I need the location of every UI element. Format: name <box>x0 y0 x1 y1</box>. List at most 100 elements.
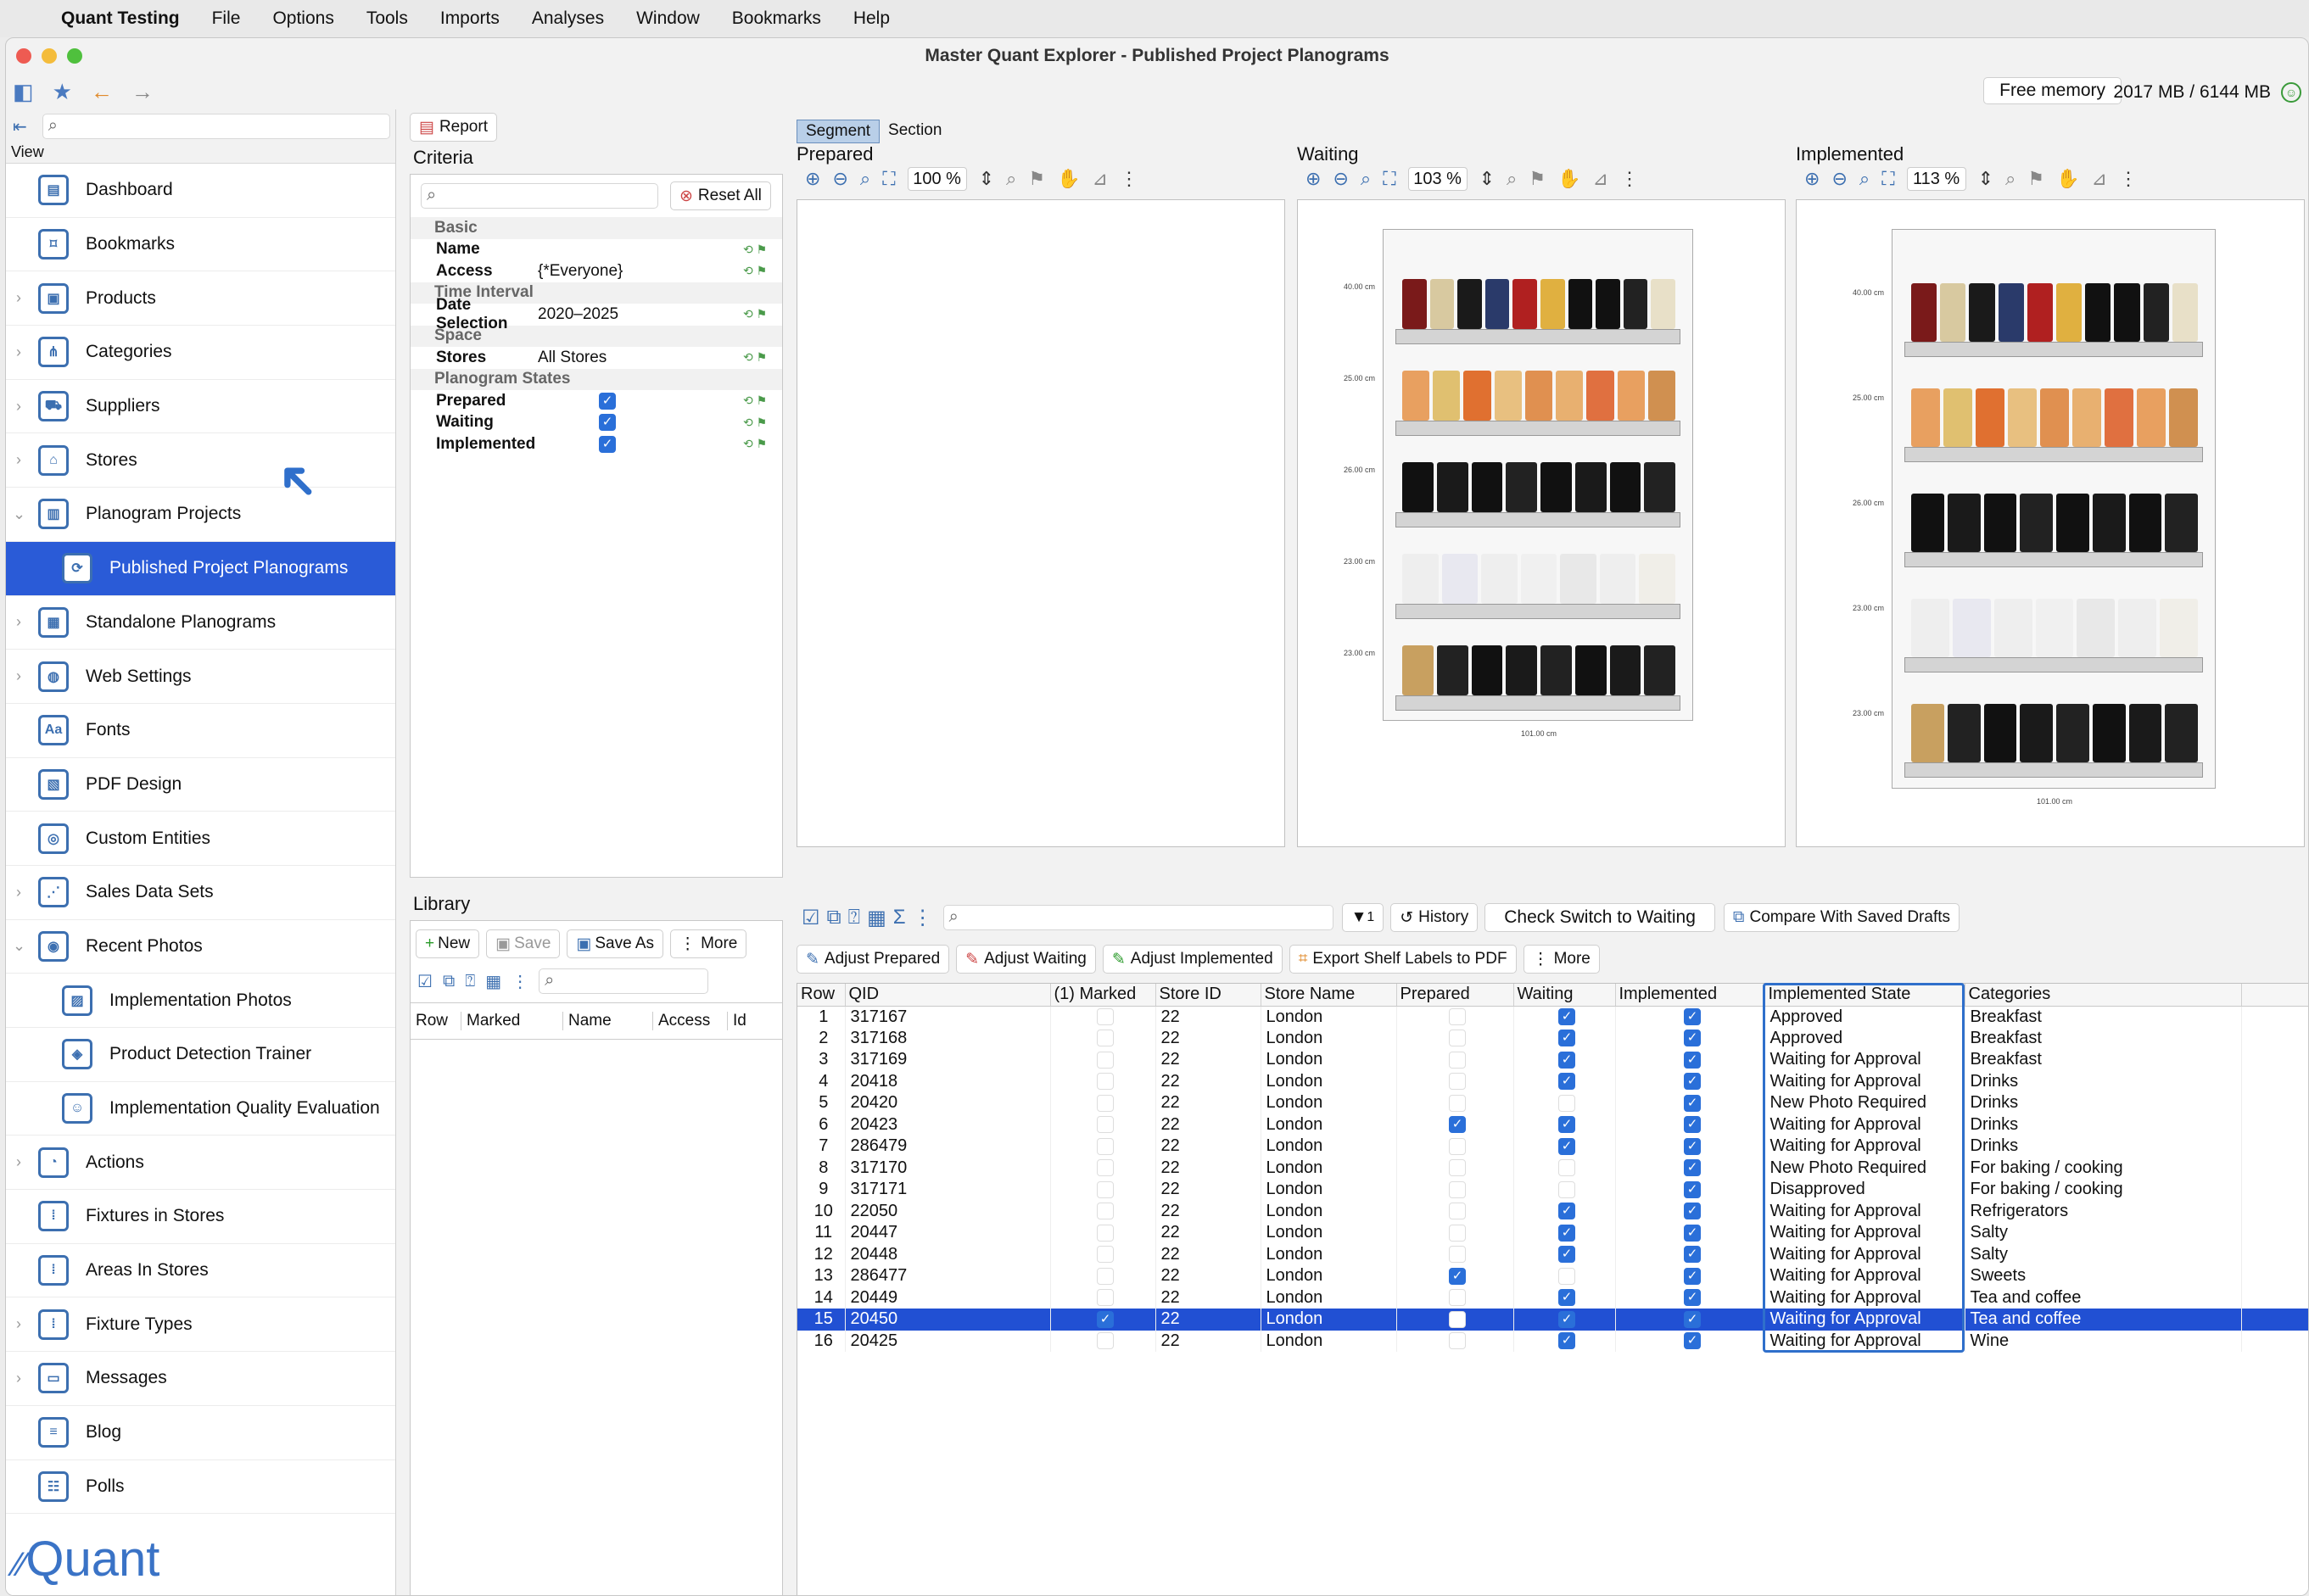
sidebar-item-product-detection-trainer[interactable]: ◈ Product Detection Trainer <box>6 1028 395 1082</box>
implemented-checkbox[interactable]: ✓ <box>1684 1051 1701 1069</box>
criteria-row[interactable]: Name ⟲ ⚑ <box>411 239 782 261</box>
prepared-checkbox[interactable] <box>1449 1008 1466 1026</box>
planogram-canvas[interactable] <box>797 199 1285 847</box>
table-row[interactable]: 7 286479 22 London ✓ ✓ Waiting for Approval Dri… <box>797 1136 2308 1158</box>
marked-checkbox[interactable] <box>1097 1224 1114 1242</box>
free-memory-button[interactable]: Free memory <box>1983 77 2122 104</box>
sidebar-item-custom-entities[interactable]: ◎ Custom Entities <box>6 812 395 866</box>
prepared-checkbox[interactable] <box>1449 1203 1466 1220</box>
chart-icon[interactable]: ⊿ <box>1093 168 1108 190</box>
column-header-qid[interactable]: QID <box>845 984 1051 1007</box>
zoom-level-field[interactable]: 100 % <box>907 167 967 191</box>
forward-arrow-icon[interactable]: → <box>131 79 154 105</box>
menu-analyses[interactable]: Analyses <box>532 8 604 29</box>
criteria-row[interactable]: Date Selection 2020–2025 ⟲ ⚑ <box>411 296 782 332</box>
product-facing[interactable] <box>1993 599 2032 657</box>
product-facing[interactable] <box>1540 461 1572 513</box>
zoom-out-icon[interactable]: ⊖ <box>1333 168 1348 190</box>
criteria-group-header[interactable]: Planogram States <box>411 368 782 390</box>
prepared-checkbox[interactable] <box>1449 1073 1466 1091</box>
copy-icon[interactable]: ⧉ <box>443 972 455 991</box>
product-facing[interactable] <box>2027 283 2053 342</box>
criteria-row[interactable]: Access {*Everyone} ⟲ ⚑ <box>411 260 782 282</box>
column-header-prepared[interactable]: Prepared <box>1396 984 1514 1007</box>
criteria-row-icons[interactable]: ⟲ ⚑ <box>743 393 782 408</box>
marked-checkbox[interactable] <box>1097 1289 1114 1307</box>
product-facing[interactable] <box>2020 494 2053 552</box>
implemented-checkbox[interactable]: ✓ <box>1684 1332 1701 1350</box>
adjust-waiting-button[interactable]: ✎ Adjust Waiting <box>956 945 1096 974</box>
table-icon[interactable]: ▦ <box>485 971 501 992</box>
column-header-row[interactable]: Row <box>797 984 846 1007</box>
table-row[interactable]: 15 20450 ✓ 22 London ✓ ✓ Waiting for Approval Te… <box>797 1309 2308 1331</box>
product-facing[interactable] <box>1402 553 1439 605</box>
sidebar-item-areas-in-stores[interactable]: ⁞ Areas In Stores <box>6 1244 395 1298</box>
menu-options[interactable]: Options <box>272 8 333 29</box>
chevron-icon[interactable]: › <box>13 667 25 685</box>
table-row[interactable]: 14 20449 22 London ✓ ✓ Waiting for Approval Tea… <box>797 1286 2308 1309</box>
table-row[interactable]: 4 20418 22 London ✓ ✓ Waiting for Approval Drin… <box>797 1070 2308 1092</box>
product-facing[interactable] <box>1436 645 1468 696</box>
column-header-store-id[interactable]: Store ID <box>1155 984 1261 1007</box>
sidebar-item-web-settings[interactable]: › ◍ Web Settings <box>6 650 395 704</box>
library-col-row[interactable]: Row <box>411 1012 461 1030</box>
criteria-row[interactable]: Stores All Stores ⟲ ⚑ <box>411 347 782 369</box>
product-facing[interactable] <box>2165 494 2198 552</box>
product-facing[interactable] <box>2105 388 2133 447</box>
grid-search-input[interactable]: ⌕ <box>942 905 1333 930</box>
fit-screen-icon[interactable]: ⛶ <box>882 168 895 190</box>
library-col-access[interactable]: Access <box>653 1012 728 1030</box>
sidebar-item-suppliers[interactable]: › ⛟ Suppliers <box>6 380 395 434</box>
product-facing[interactable] <box>1644 645 1675 696</box>
waiting-checkbox[interactable]: ✓ <box>1558 1289 1575 1307</box>
fit-screen-icon[interactable]: ⛶ <box>1383 168 1395 190</box>
chevron-icon[interactable]: ⌄ <box>13 937 25 955</box>
product-facing[interactable] <box>2128 704 2162 762</box>
grid-more-button[interactable]: ⋮ More <box>1523 945 1600 974</box>
shelf-unit[interactable] <box>1892 229 2216 789</box>
implemented-checkbox[interactable]: ✓ <box>1684 1289 1701 1307</box>
sidebar-item-implementation-photos[interactable]: ▨ Implementation Photos <box>6 974 395 1028</box>
product-facing[interactable] <box>1623 278 1648 330</box>
prepared-checkbox[interactable] <box>1449 1289 1466 1307</box>
implemented-checkbox[interactable]: ✓ <box>1684 1310 1701 1328</box>
waiting-checkbox[interactable]: ✓ <box>1558 1137 1575 1155</box>
compare-drafts-button[interactable]: ⧉ Compare With Saved Drafts <box>1723 903 1960 932</box>
marked-checkbox[interactable] <box>1097 1267 1114 1285</box>
waiting-checkbox[interactable]: ✓ <box>1558 1224 1575 1242</box>
product-facing[interactable] <box>2020 704 2053 762</box>
waiting-checkbox[interactable] <box>1558 1180 1575 1198</box>
sidebar-item-pdf-design[interactable]: ▧ PDF Design <box>6 758 395 812</box>
table-row[interactable]: 9 317171 22 London ✓ Disapproved For baking / … <box>797 1179 2308 1201</box>
product-facing[interactable] <box>1911 704 1944 762</box>
waiting-checkbox[interactable] <box>1558 1267 1575 1285</box>
product-facing[interactable] <box>2169 388 2198 447</box>
product-facing[interactable] <box>1429 278 1455 330</box>
menu-dots-icon[interactable]: ⋮ <box>1120 168 1138 190</box>
chevron-icon[interactable]: › <box>13 1315 25 1333</box>
library-col-marked[interactable]: Marked <box>461 1012 563 1030</box>
chevron-icon[interactable]: › <box>13 884 25 901</box>
table-row[interactable]: 11 20447 22 London ✓ ✓ Waiting for Approval Sal… <box>797 1222 2308 1244</box>
implemented-checkbox[interactable]: ✓ <box>1684 1137 1701 1155</box>
product-facing[interactable] <box>1596 278 1620 330</box>
sidebar-search-input[interactable]: ⌕ <box>42 114 390 139</box>
chevron-icon[interactable]: › <box>13 613 25 631</box>
product-facing[interactable] <box>1911 494 1944 552</box>
sidebar-item-published-project-planograms[interactable]: ⟳ Published Project Planograms <box>6 541 395 596</box>
product-facing[interactable] <box>1599 553 1636 605</box>
tab-segment[interactable]: Segment <box>797 120 881 143</box>
product-facing[interactable] <box>2165 704 2198 762</box>
report-button[interactable]: ▤ Report <box>410 113 497 142</box>
inspect-icon[interactable]: ⌕ <box>2005 168 2015 190</box>
sidebar-item-polls[interactable]: ☷ Polls <box>6 1460 395 1515</box>
product-facing[interactable] <box>1617 370 1645 421</box>
menu-dots-icon[interactable]: ⋮ <box>2119 168 2138 190</box>
table-row[interactable]: 16 20425 22 London ✓ ✓ Waiting for Approval Win… <box>797 1330 2308 1352</box>
waiting-checkbox[interactable]: ✓ <box>1558 1051 1575 1069</box>
product-facing[interactable] <box>2056 704 2089 762</box>
sidebar-item-fonts[interactable]: Aa Fonts <box>6 704 395 758</box>
marked-checkbox[interactable]: ✓ <box>1097 1310 1114 1328</box>
star-icon[interactable]: ★ <box>53 79 72 105</box>
product-facing[interactable] <box>2118 599 2157 657</box>
